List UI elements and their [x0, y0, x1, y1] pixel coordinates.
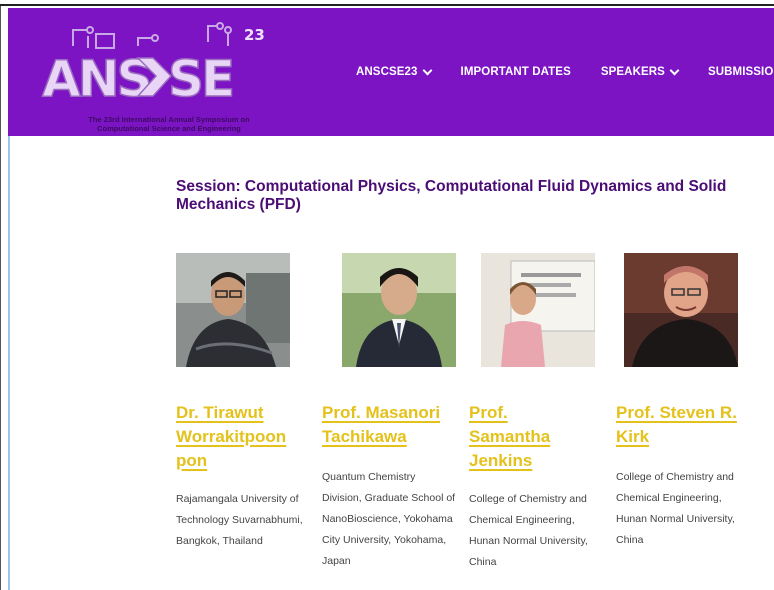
speaker-card: Prof. Masanori Tachikawa Quantum Chemist…	[322, 253, 462, 572]
speaker-photo	[624, 253, 738, 367]
chevron-down-icon	[422, 65, 432, 75]
nav-anscse23[interactable]: ANSCSE23	[356, 65, 432, 78]
speaker-name-link[interactable]: Prof. Steven R. Kirk	[616, 401, 756, 449]
speaker-card: Prof. Samantha Jenkins College of Chemis…	[469, 253, 609, 573]
speaker-affiliation: College of Chemistry and Chemical Engine…	[469, 493, 588, 568]
speaker-name-link[interactable]: Prof. Masanori Tachikawa	[322, 401, 462, 449]
site-logo[interactable]: ANS SE 23 The 23rd International Annual …	[28, 18, 268, 133]
site-header: ANS SE 23 The 23rd International Annual …	[8, 8, 774, 136]
speaker-affiliation: Rajamangala University of Technology Suv…	[176, 493, 303, 547]
top-border	[0, 0, 774, 6]
speaker-photo	[481, 253, 595, 367]
session-title: Session: Computational Physics, Computat…	[176, 178, 727, 213]
nav-important-dates[interactable]: IMPORTANT DATES	[461, 66, 571, 78]
speaker-photo	[342, 253, 456, 367]
logo-graphic: ANS SE 23	[41, 22, 265, 109]
speaker-affiliation: Quantum Chemistry Division, Graduate Sch…	[322, 471, 456, 567]
speaker-card: Dr. Tirawut Worrakitpoon pon Rajamangala…	[176, 253, 316, 552]
speaker-affiliation: College of Chemistry and Chemical Engine…	[616, 471, 735, 546]
logo-badge: 23	[244, 26, 265, 44]
svg-text:SE: SE	[168, 50, 232, 108]
speaker-photo	[176, 253, 290, 367]
speaker-card: Prof. Steven R. Kirk College of Chemistr…	[616, 253, 756, 551]
logo-subtitle: The 23rd International Annual Symposium …	[88, 115, 250, 133]
speaker-name-link[interactable]: Dr. Tirawut Worrakitpoon pon	[176, 401, 316, 473]
nav-speakers[interactable]: SPEAKERS	[601, 65, 680, 78]
speaker-name-link[interactable]: Prof. Samantha Jenkins	[469, 401, 609, 473]
nav-submission[interactable]: SUBMISSION	[708, 66, 774, 78]
main-nav: ANSCSE23 IMPORTANT DATES SPEAKERS SUBMIS…	[356, 65, 774, 78]
logo-text: ANS	[42, 50, 150, 108]
content-left-border	[8, 136, 10, 590]
chevron-down-icon	[669, 65, 680, 75]
